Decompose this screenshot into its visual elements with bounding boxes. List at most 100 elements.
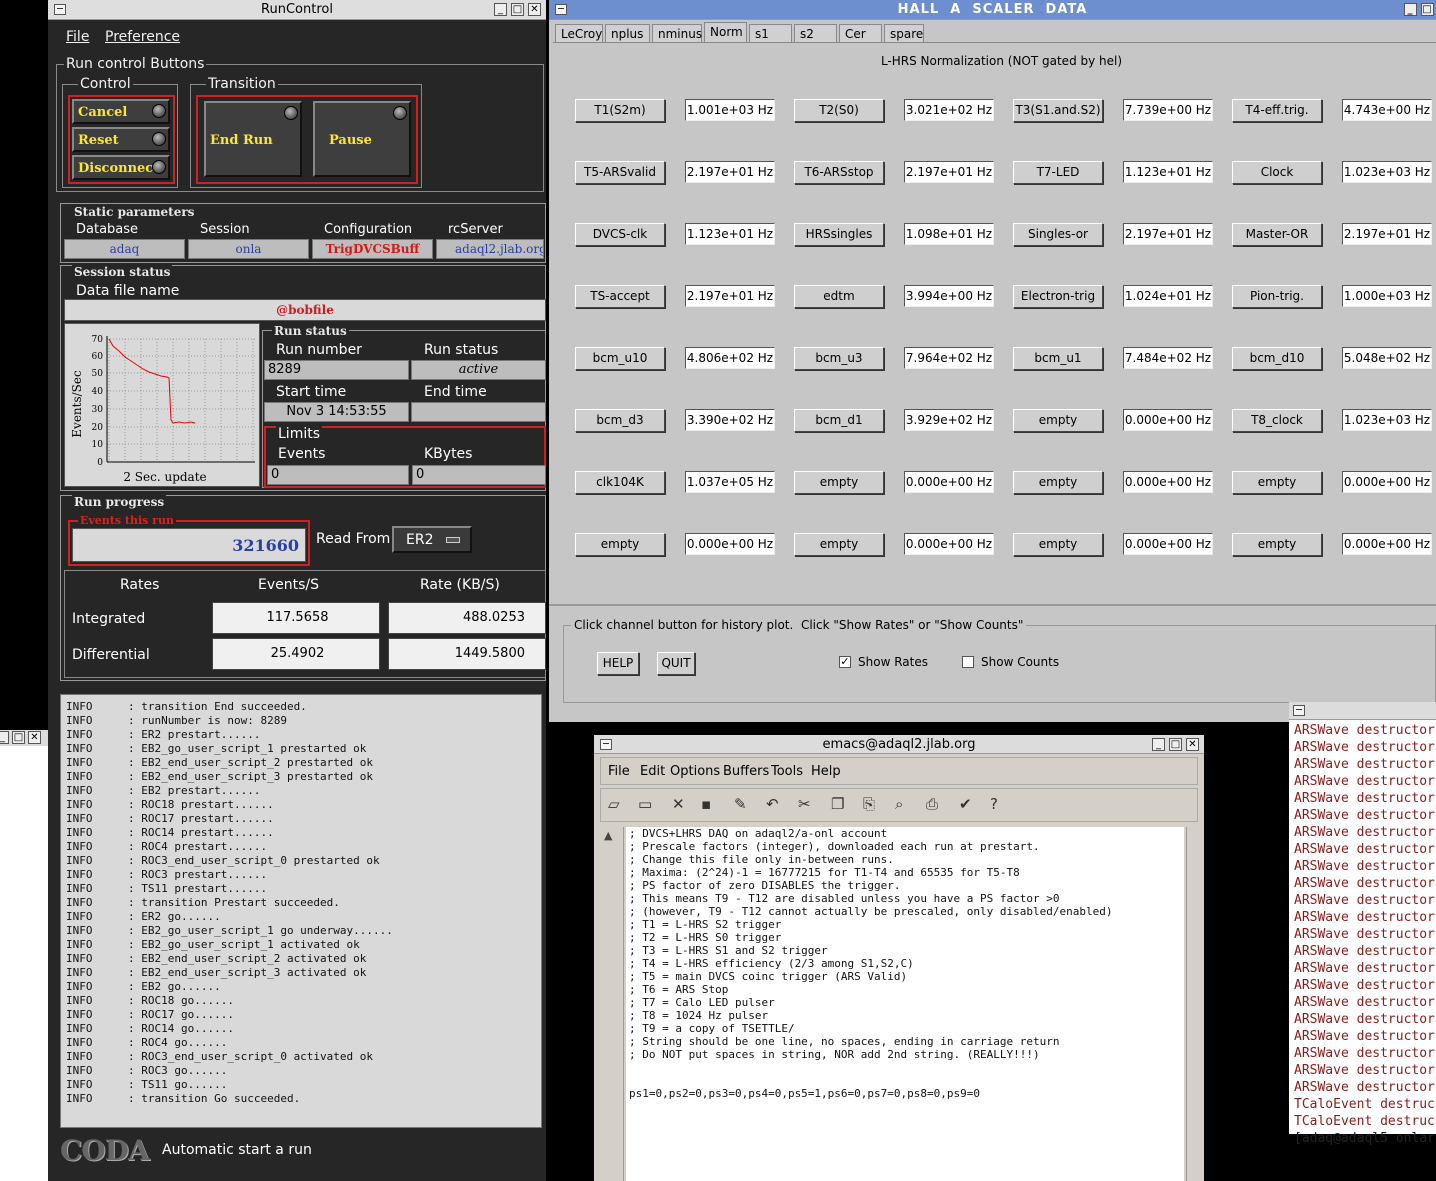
channel-button[interactable]: bcm_d3 (575, 409, 665, 432)
terminal-output[interactable]: ARSWave destructor ARSWave destructor ARSW… (1294, 722, 1436, 1147)
channel-button[interactable]: bcm_d1 (794, 409, 884, 432)
channel-button[interactable]: empty (1232, 533, 1322, 556)
menu-preference[interactable]: Preference (105, 29, 180, 45)
channel-button[interactable]: T6-ARSstop (794, 161, 884, 184)
limits-label: Limits (276, 426, 322, 442)
reset-button[interactable]: Reset (72, 127, 170, 152)
save-as-icon[interactable]: ✎ (734, 795, 747, 813)
quit-button[interactable]: QUIT (657, 652, 695, 675)
emacs-menu-file[interactable]: File (608, 764, 630, 779)
channel-button[interactable]: Clock (1232, 161, 1322, 184)
cut-icon[interactable]: ✂ (798, 795, 811, 813)
channel-button[interactable]: HRSsingles (794, 223, 884, 246)
cancel-button[interactable]: Cancel (72, 99, 170, 124)
minimize-icon[interactable]: _ (0, 731, 9, 744)
channel-button[interactable]: empty (1013, 533, 1103, 556)
window-menu-icon[interactable] (555, 4, 567, 15)
channel-button[interactable]: clk104K (575, 471, 665, 494)
channel-button[interactable]: T8_clock (1232, 409, 1322, 432)
channel-button[interactable]: DVCS-clk (575, 223, 665, 246)
show-counts-checkbox[interactable] (962, 656, 974, 668)
emacs-buffer[interactable]: ; DVCS+LHRS DAQ on adaql2/a-onl account;… (626, 827, 1184, 1181)
window-menu-icon[interactable] (600, 739, 612, 750)
channel-button[interactable]: T1(S2m) (575, 99, 665, 122)
channel-button[interactable]: Singles-or (1013, 223, 1103, 246)
maximize-icon[interactable]: □ (1169, 738, 1182, 751)
channel-button[interactable]: Master-OR (1232, 223, 1322, 246)
tab-norm[interactable]: Norm (704, 22, 747, 43)
copy-icon[interactable]: ❐ (831, 795, 844, 813)
undo-icon[interactable]: ↶ (766, 795, 779, 813)
maximize-icon[interactable]: □ (12, 731, 25, 744)
log-line: INFO: transition Prestart succeeded. (66, 896, 541, 910)
minimize-icon[interactable]: _ (494, 3, 507, 16)
tab-nminus[interactable]: nminus (652, 24, 702, 43)
new-file-icon[interactable]: ▱ (608, 795, 620, 813)
emacs-menu-edit[interactable]: Edit (640, 764, 665, 779)
tab-lecroy[interactable]: LeCroy (555, 24, 603, 43)
emacs-menu-options[interactable]: Options (670, 764, 720, 779)
help-icon[interactable]: ? (990, 795, 998, 813)
channel-button[interactable]: TS-accept (575, 285, 665, 308)
channel-button[interactable]: empty (1013, 409, 1103, 432)
channel-button[interactable]: Electron-trig (1013, 285, 1103, 308)
channel-button[interactable]: empty (1013, 471, 1103, 494)
tab-s2[interactable]: s2 (794, 24, 837, 43)
menu-file[interactable]: File (66, 29, 89, 45)
window-menu-icon[interactable] (1293, 705, 1305, 716)
channel-button[interactable]: empty (575, 533, 665, 556)
channel-button[interactable]: empty (794, 471, 884, 494)
minimize-icon[interactable]: _ (1404, 3, 1417, 16)
channel-button[interactable]: empty (1232, 471, 1322, 494)
channel-button[interactable]: empty (794, 533, 884, 556)
pause-button[interactable]: Pause (313, 101, 411, 177)
channel-button[interactable]: Pion-trig. (1232, 285, 1322, 308)
tab-nplus[interactable]: nplus (605, 24, 650, 43)
channel-button[interactable]: T3(S1.and.S2) (1013, 99, 1103, 122)
channel-button[interactable]: edtm (794, 285, 884, 308)
tab-s1[interactable]: s1 (749, 24, 792, 43)
save-icon[interactable]: ▪ (701, 795, 711, 813)
channel-button[interactable]: bcm_u1 (1013, 347, 1103, 370)
help-button[interactable]: HELP (597, 652, 639, 675)
channel-button[interactable]: T2(S0) (794, 99, 884, 122)
log-line: INFO: TS11 go...... (66, 1078, 541, 1092)
emacs-line: ; T2 = L-HRS S0 trigger (629, 931, 782, 944)
close-icon[interactable]: ✕ (1186, 738, 1199, 751)
message-log[interactable]: INFO: transition End succeeded. INFO: run… (60, 694, 542, 1128)
close-icon[interactable]: ✕ (528, 3, 541, 16)
search-icon[interactable]: ⌕ (895, 795, 903, 813)
window-menu-icon[interactable] (54, 4, 66, 15)
scaler-window: HALL A SCALER DATA _ □ LeCroy nplus nminus… (549, 0, 1436, 722)
channel-button[interactable]: bcm_u10 (575, 347, 665, 370)
close-icon[interactable]: ✕ (672, 795, 685, 813)
channel-button[interactable]: bcm_u3 (794, 347, 884, 370)
channel-button[interactable]: T7-LED (1013, 161, 1103, 184)
paste-icon[interactable]: ⎘ (863, 795, 875, 813)
emacs-menu-help[interactable]: Help (811, 764, 841, 779)
minimize-icon[interactable]: _ (1152, 738, 1165, 751)
show-rates-checkbox[interactable]: ✓ (839, 656, 851, 668)
open-folder-icon[interactable]: ▭ (638, 795, 652, 813)
emacs-scrollbar[interactable] (1186, 827, 1200, 1181)
rcserver-value: adaql2.jlab.org (436, 239, 544, 259)
scroll-up-icon[interactable]: ▲ (604, 829, 612, 842)
emacs-menu-tools[interactable]: Tools (771, 764, 803, 779)
tab-cer[interactable]: Cer (839, 24, 882, 43)
emacs-menu-buffers[interactable]: Buffers (723, 764, 769, 779)
tab-spare[interactable]: spare (884, 24, 924, 43)
kbytes-limit-input[interactable]: 0 (412, 465, 546, 485)
maximize-icon[interactable]: □ (1421, 3, 1434, 16)
channel-button[interactable]: T5-ARSvalid (575, 161, 665, 184)
emacs-line: ; Do NOT put spaces in string, NOR add 2… (629, 1048, 1040, 1061)
customize-icon[interactable]: ✔ (959, 795, 972, 813)
events-limit-input[interactable]: 0 (267, 465, 409, 485)
channel-button[interactable]: bcm_d10 (1232, 347, 1322, 370)
close-icon[interactable]: ✕ (28, 731, 41, 744)
maximize-icon[interactable]: □ (511, 3, 524, 16)
end-run-button[interactable]: End Run (204, 101, 302, 177)
read-from-select[interactable]: ER2 (392, 526, 472, 553)
channel-button[interactable]: T4-eff.trig. (1232, 99, 1322, 122)
print-icon[interactable]: ⎙ (926, 795, 938, 813)
disconnect-button[interactable]: Disconnect (72, 155, 170, 180)
